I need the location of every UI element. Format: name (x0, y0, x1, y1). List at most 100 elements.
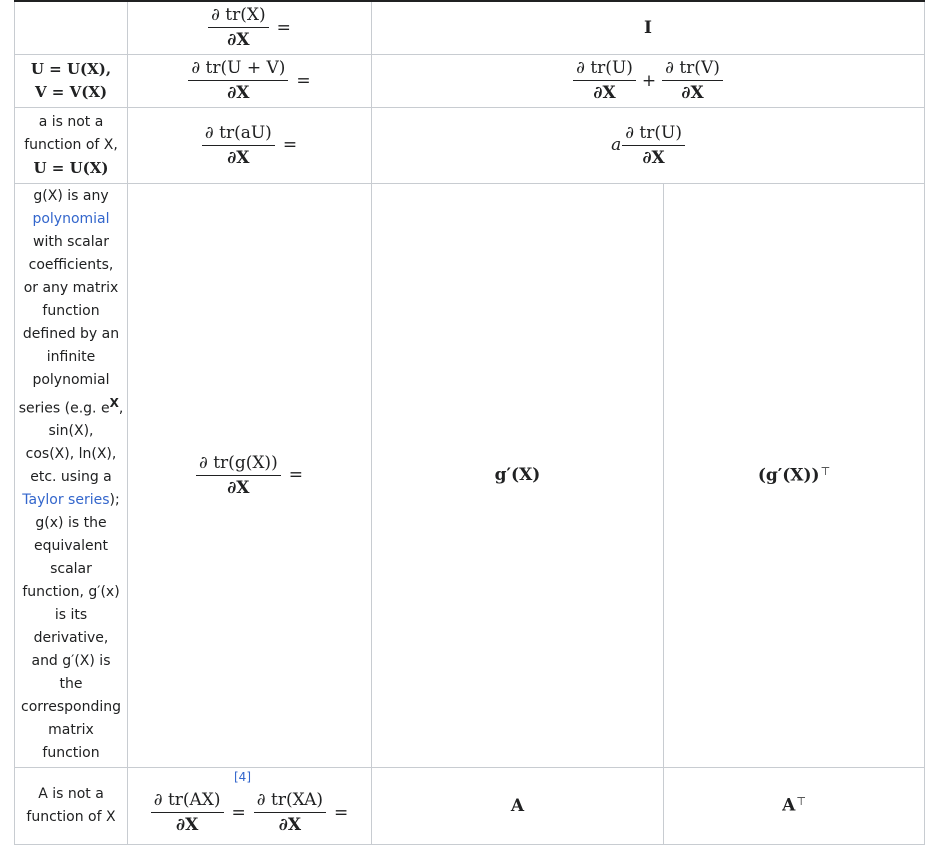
condition-line: etc. using a (30, 469, 112, 486)
citation-link[interactable]: [4] (234, 770, 251, 784)
scalar-coefficient: a (611, 135, 622, 155)
condition-line: g(x) is the (35, 515, 107, 532)
condition-line: defined by an (22, 325, 120, 342)
lhs-cell: ∂ tr(X) ∂X = (127, 0, 372, 55)
condition-line: cos(X), ln(X), (25, 446, 117, 463)
fraction: ∂ tr(U) ∂X (573, 58, 636, 103)
fraction: ∂ tr(g(X)) ∂X (196, 453, 281, 498)
condition-cell (14, 0, 128, 55)
condition-line: scalar (50, 561, 92, 578)
result-expression: g′(X) (494, 465, 541, 485)
fraction: ∂ tr(X) ∂X (208, 5, 269, 50)
fraction-numerator: ∂ tr(U) (573, 58, 636, 81)
condition-line: function of X (26, 808, 116, 825)
fraction-denominator: ∂X (227, 83, 250, 103)
condition-line: is its (54, 607, 88, 624)
equals-sign: = (334, 802, 349, 823)
fraction-denominator: ∂X (593, 83, 616, 103)
exponent: X (109, 395, 119, 410)
taylor-series-link[interactable]: Taylor series (22, 492, 109, 508)
transpose-symbol: ⊤ (820, 464, 831, 478)
result-cell: I (370, 0, 926, 55)
lhs-cell: ∂ tr(aU) ∂X = (127, 106, 372, 184)
result-cell: (g′(X))⊤ (662, 182, 926, 768)
condition-line: the (59, 676, 83, 693)
lhs-cell: [4] ∂ tr(AX) ∂X = ∂ tr(XA) ∂X = (127, 766, 372, 845)
condition-line: V = V(X) (34, 82, 108, 101)
condition-line: corresponding (21, 699, 121, 716)
trace-derivative-table: ∂ tr(X) ∂X = I U = U(X), V = V(X) ∂ tr(U… (14, 0, 926, 845)
fraction-denominator: ∂X (681, 83, 704, 103)
condition-line: coefficients, (28, 256, 114, 273)
condition-cell: A is not a function of X (14, 766, 128, 845)
condition-line: derivative, (33, 630, 109, 647)
fraction-numerator: ∂ tr(AX) (150, 790, 224, 813)
fraction: ∂ tr(U) ∂X (622, 123, 685, 168)
condition-line: with scalar (33, 233, 109, 250)
condition-line: equivalent (34, 538, 108, 555)
condition-text: series (e.g. e (18, 400, 110, 417)
fraction-numerator: ∂ tr(g(X)) (196, 453, 281, 476)
fraction: ∂ tr(U + V) ∂X (188, 58, 289, 103)
result-expression: A (782, 795, 796, 816)
condition-line: function (42, 302, 100, 319)
condition-line: infinite (46, 348, 96, 365)
condition-line: U = U(X) (33, 158, 109, 177)
polynomial-link[interactable]: polynomial (15, 208, 127, 231)
identity-matrix: I (644, 17, 652, 38)
result-cell: a ∂ tr(U) ∂X (370, 106, 926, 184)
result-expression: A (510, 795, 525, 816)
condition-line: function, g′(x) (22, 584, 120, 601)
table-row: a is not a function of X, U = U(X) ∂ tr(… (14, 106, 926, 184)
fraction-numerator: ∂ tr(aU) (201, 123, 275, 146)
fraction-denominator: ∂X (227, 477, 250, 498)
lhs-cell: ∂ tr(g(X)) ∂X = (127, 182, 372, 768)
fraction-denominator: ∂X (278, 815, 302, 835)
lhs-expression: ∂ tr(AX) ∂X = ∂ tr(XA) ∂X = (128, 776, 371, 835)
equals-sign: = (282, 135, 298, 155)
condition-line: function (42, 745, 100, 762)
table-row: ∂ tr(X) ∂X = I (14, 0, 926, 55)
fraction-numerator: ∂ tr(U + V) (188, 58, 289, 81)
transpose-symbol: ⊤ (796, 795, 806, 809)
fraction-denominator: ∂X (176, 815, 199, 835)
fraction-denominator: ∂X (227, 147, 250, 168)
condition-cell: g(X) is any polynomial with scalar coeff… (14, 182, 128, 768)
table-row: U = U(X), V = V(X) ∂ tr(U + V) ∂X = ∂ tr… (14, 53, 926, 108)
fraction-numerator: ∂ tr(U) (622, 123, 685, 146)
result-cell: A⊤ (662, 766, 926, 845)
condition-line: Taylor series); (15, 489, 127, 512)
equals-sign: = (231, 802, 246, 823)
fraction-denominator: ∂X (642, 147, 665, 168)
plus-sign: + (641, 70, 657, 91)
condition-line: series (e.g. eX, (18, 395, 124, 417)
condition-line: a is not a (38, 113, 104, 130)
condition-line: function of X, (24, 136, 118, 153)
fraction-numerator: ∂ tr(V) (662, 58, 723, 81)
condition-line: matrix (48, 722, 94, 739)
table-row: A is not a function of X [4] ∂ tr(AX) ∂X… (14, 766, 926, 845)
derivative-identities-table-view: ∂ tr(X) ∂X = I U = U(X), V = V(X) ∂ tr(U… (0, 0, 936, 845)
condition-text: ); (109, 492, 120, 509)
condition-line: U = U(X), (30, 59, 112, 78)
fraction-denominator: ∂X (227, 30, 250, 51)
result-cell: g′(X) (371, 182, 664, 768)
fraction: ∂ tr(AX) ∂X (150, 790, 224, 835)
condition-line: and g′(X) is (31, 653, 111, 670)
equals-sign: = (288, 465, 303, 485)
condition-line: sin(X), (48, 423, 94, 440)
condition-cell: a is not a function of X, U = U(X) (14, 106, 128, 184)
equals-sign: = (296, 70, 311, 91)
condition-cell: U = U(X), V = V(X) (14, 53, 128, 108)
table-row: g(X) is any polynomial with scalar coeff… (14, 182, 926, 768)
fraction: ∂ tr(aU) ∂X (201, 123, 275, 168)
result-cell: ∂ tr(U) ∂X + ∂ tr(V) ∂X (370, 53, 926, 108)
fraction: ∂ tr(V) ∂X (662, 58, 723, 103)
fraction-numerator: ∂ tr(X) (208, 5, 269, 29)
condition-line: polynomial (32, 371, 110, 388)
equals-sign: = (276, 17, 291, 38)
fraction: ∂ tr(XA) ∂X (253, 790, 326, 835)
condition-line: or any matrix (23, 279, 119, 296)
result-expression: (g′(X)) (757, 465, 820, 486)
result-cell: A (371, 766, 664, 845)
